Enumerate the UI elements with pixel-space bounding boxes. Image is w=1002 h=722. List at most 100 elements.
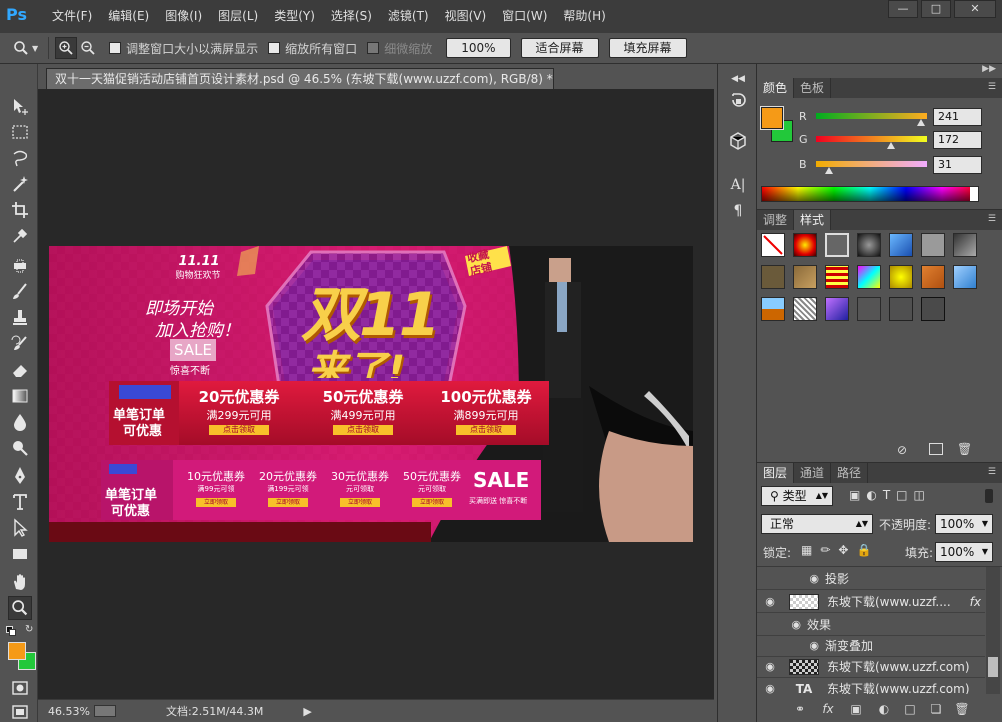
blue-value-field[interactable]: 31 [933, 156, 982, 174]
style-swatch-5[interactable] [889, 233, 913, 257]
zoom-tool-preset-icon[interactable] [10, 37, 32, 59]
brush-tool-icon[interactable] [8, 280, 32, 304]
move-tool-icon[interactable] [8, 95, 32, 119]
style-swatch-17[interactable] [825, 297, 849, 321]
type-tool-icon[interactable] [8, 490, 32, 514]
tab-paths[interactable]: 路径 [831, 463, 869, 483]
paragraph-panel-icon[interactable]: ¶ [727, 200, 749, 222]
style-swatch-10[interactable] [825, 265, 849, 289]
document-tab[interactable]: 双十一天猫促销活动店铺首页设计素材.psd @ 46.5% (东坡下载(www.… [46, 68, 554, 89]
strip1-coupon-2[interactable]: 50元优惠券 满499元可用 点击领取 [305, 386, 421, 442]
path-selection-icon[interactable] [8, 516, 32, 540]
lasso-tool-icon[interactable] [8, 146, 32, 170]
new-style-icon[interactable] [929, 443, 943, 455]
clone-stamp-icon[interactable] [8, 306, 32, 330]
menu-image[interactable]: 图像(I) [157, 0, 210, 33]
strip1-coupon-3-claim-button[interactable]: 点击领取 [456, 425, 516, 435]
style-swatch-6[interactable] [921, 233, 945, 257]
opacity-field[interactable]: 100% ▼ [935, 514, 993, 534]
eyedropper-icon[interactable] [8, 224, 32, 248]
lock-transparent-icon[interactable]: ▦ [801, 543, 812, 557]
style-none-swatch[interactable] [761, 233, 785, 257]
green-value-field[interactable]: 172 [933, 131, 982, 149]
character-panel-icon[interactable]: A| [727, 174, 749, 196]
style-swatch-11[interactable] [857, 265, 881, 289]
menu-view[interactable]: 视图(V) [437, 0, 495, 33]
layer-1-visibility-icon[interactable]: ◉ [761, 595, 779, 608]
tab-styles[interactable]: 样式 [794, 210, 832, 230]
styles-panel-menu-icon[interactable]: ☰ [988, 214, 996, 224]
fill-field[interactable]: 100% ▼ [935, 542, 993, 562]
strip1-coupon-1[interactable]: 20元优惠券 满299元可用 点击领取 [181, 386, 297, 442]
green-slider-thumb[interactable] [886, 142, 895, 149]
style-swatch-13[interactable] [921, 265, 945, 289]
strip2-coupon-1[interactable]: 10元优惠券 满99元可领 立即领取 [179, 468, 253, 507]
tab-color[interactable]: 颜色 [757, 78, 795, 98]
style-swatch-20[interactable] [921, 297, 945, 321]
style-swatch-19[interactable] [889, 297, 913, 321]
dodge-tool-icon[interactable] [8, 436, 32, 460]
green-slider-track[interactable] [816, 136, 927, 142]
style-swatch-18[interactable] [857, 297, 881, 321]
filter-toggle-switch[interactable] [985, 489, 993, 503]
zoom-out-icon[interactable] [77, 37, 99, 59]
screen-mode-icon[interactable] [8, 700, 32, 722]
maximize-button[interactable]: □ [921, 0, 951, 18]
link-layers-icon[interactable]: ⚭ [791, 700, 809, 718]
actual-pixels-button[interactable]: 100% [446, 38, 511, 58]
red-slider-track[interactable] [816, 113, 927, 119]
layer-2-visibility-icon[interactable]: ◉ [761, 660, 779, 673]
crop-tool-icon[interactable] [8, 198, 32, 222]
red-slider-thumb[interactable] [916, 119, 925, 126]
menu-select[interactable]: 选择(S) [323, 0, 380, 33]
rectangle-tool-icon[interactable] [8, 542, 32, 566]
menu-help[interactable]: 帮助(H) [555, 0, 613, 33]
menu-window[interactable]: 窗口(W) [494, 0, 555, 33]
filter-type-icon[interactable]: T [883, 488, 890, 502]
strip2-coupon-3-claim-button[interactable]: 立即领取 [340, 498, 380, 507]
style-swatch-4[interactable] [857, 233, 881, 257]
layer-effect-gradient-overlay[interactable]: ◉ 渐变叠加 [757, 635, 985, 657]
style-swatch-14[interactable] [953, 265, 977, 289]
canvas-area[interactable]: 11.11 购物狂欢节 即场开始 加入抢购！ SALE 惊喜不断 双11 来了!… [38, 89, 714, 699]
style-swatch-15[interactable] [761, 297, 785, 321]
blend-mode-select[interactable]: 正常 ▲▼ [761, 514, 873, 534]
magic-wand-icon[interactable] [8, 172, 32, 196]
layer-row-2[interactable]: ◉ 东坡下载(www.uzzf.com) [757, 656, 985, 678]
quick-mask-icon[interactable] [8, 676, 32, 700]
strip2-coupon-3[interactable]: 30元优惠券 元可领取 立即领取 [323, 468, 397, 507]
strip2-coupon-4-claim-button[interactable]: 立即领取 [412, 498, 452, 507]
tab-adjustments[interactable]: 调整 [757, 210, 795, 230]
3d-panel-icon[interactable] [727, 130, 749, 152]
filter-pixel-icon[interactable]: ▣ [849, 488, 860, 502]
layer-row-1[interactable]: ◉ 东坡下载(www.uzzf.... fx [757, 591, 985, 613]
blue-slider-thumb[interactable] [825, 167, 834, 174]
menu-file[interactable]: 文件(F) [44, 0, 100, 33]
strip2-coupon-1-claim-button[interactable]: 立即领取 [196, 498, 236, 507]
swap-colors-icon[interactable]: ↻ [25, 624, 33, 635]
layer-3-visibility-icon[interactable]: ◉ [761, 682, 779, 694]
tab-swatches[interactable]: 色板 [794, 78, 832, 98]
resize-windows-checkbox[interactable]: 调整窗口大小以满屏显示 [109, 40, 258, 57]
strip2-coupon-4[interactable]: 50元优惠券 元可领取 立即领取 [395, 468, 469, 507]
healing-brush-icon[interactable] [8, 254, 32, 278]
delete-style-icon[interactable]: 🗑 [957, 442, 972, 456]
fill-screen-button[interactable]: 填充屏幕 [608, 38, 687, 58]
effect-visibility-icon[interactable]: ◉ [757, 572, 819, 585]
expand-dock-icon[interactable]: ◀◀ [727, 68, 749, 90]
red-value-field[interactable]: 241 [933, 108, 982, 126]
layer-effect-drop-shadow[interactable]: ◉ 投影 [757, 568, 985, 590]
blur-tool-icon[interactable] [8, 410, 32, 434]
lock-position-icon[interactable]: ✥ [838, 543, 848, 557]
color-spectrum[interactable] [761, 186, 979, 202]
style-swatch-8[interactable] [761, 265, 785, 289]
add-layer-style-icon[interactable]: fx [819, 700, 837, 718]
style-swatch-7[interactable] [953, 233, 977, 257]
style-swatch-2[interactable] [793, 233, 817, 257]
marquee-tool-icon[interactable] [8, 120, 32, 144]
layer-filter-select[interactable]: ⚲ 类型 ▲▼ [761, 486, 833, 506]
new-layer-icon[interactable]: ❏ [927, 700, 945, 718]
pen-tool-icon[interactable] [8, 464, 32, 488]
zoom-all-windows-checkbox[interactable]: 缩放所有窗口 [268, 40, 357, 57]
layer-effects-header[interactable]: ◉ 效果 [757, 614, 985, 636]
